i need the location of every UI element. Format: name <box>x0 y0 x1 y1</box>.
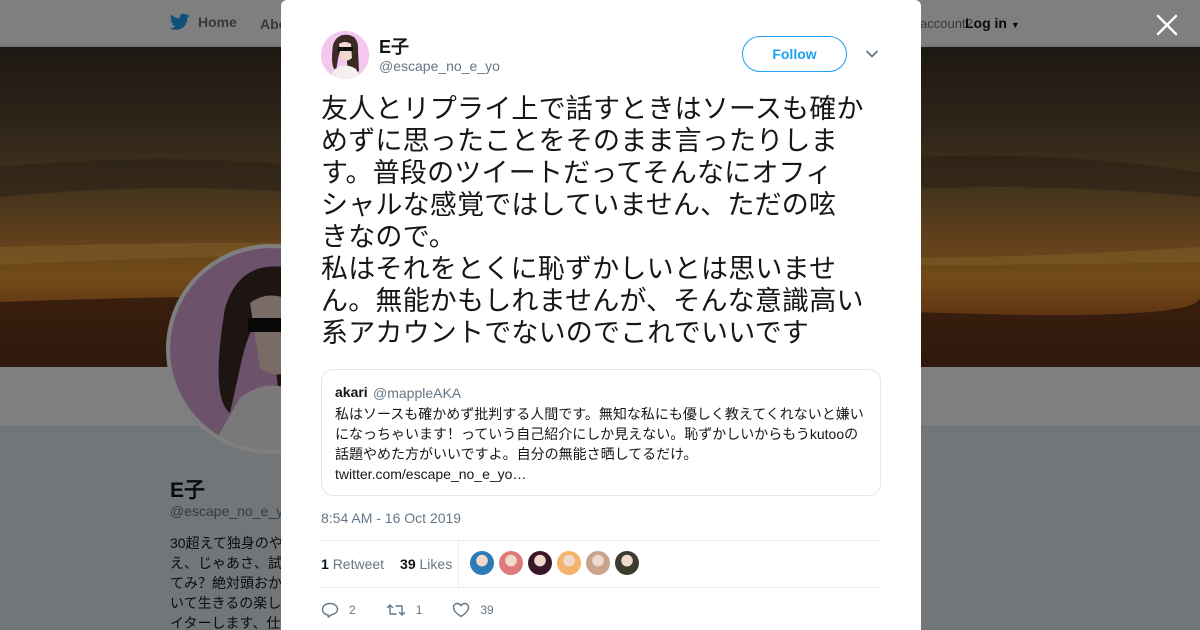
stats-separator <box>458 541 459 587</box>
retweet-count-label: Retweet <box>332 556 385 572</box>
liker-avatar[interactable] <box>528 551 552 575</box>
avatar-illustration <box>321 31 369 79</box>
tweet-text-line: 系アカウントでないのでこれでいいです <box>321 318 809 348</box>
likes-count-label: Likes <box>419 556 453 572</box>
tweet-stats: 1 Retweet 39 Likes <box>321 556 452 572</box>
more-options-button[interactable] <box>865 47 879 61</box>
liker-avatar[interactable] <box>615 551 639 575</box>
follow-button[interactable]: Follow <box>742 36 847 72</box>
quoted-text-line: 私はソースも確かめず批判する人間です。無知な私にも優しく教えてくれないと嫌い <box>335 406 864 422</box>
heart-icon <box>453 602 470 618</box>
tweet-text: 友人とリプライ上で話すときはソースも確か めずに思ったことをそのまま言ったりしま… <box>321 93 887 349</box>
tweet-text-line: シャルな感覚ではしていません、ただの呟 <box>321 190 837 220</box>
tweet-text-line: きなので。 <box>321 222 456 252</box>
retweet-icon <box>386 604 405 616</box>
quoted-tweet[interactable]: akari @mappleAKA 私はソースも確かめず批判する人間です。無知な私… <box>321 369 881 496</box>
liker-avatar[interactable] <box>586 551 610 575</box>
tweet-text-line: す。普段のツイートだってそんなにオフィ <box>321 158 833 188</box>
close-icon <box>1156 14 1178 36</box>
chevron-down-icon <box>866 50 878 58</box>
tweet-timestamp[interactable]: 8:54 AM - 16 Oct 2019 <box>321 510 461 526</box>
tweet-actions: 2 1 39 <box>321 600 524 620</box>
tweet-text-line: めずに思ったことをそのまま言ったりしま <box>321 126 838 156</box>
likes-count-link[interactable]: 39 Likes <box>400 556 452 572</box>
reply-count: 2 <box>349 603 356 617</box>
tweet-permalink-modal: E子 @escape_no_e_yo Follow 友人とリプライ上で話すときは… <box>281 0 921 630</box>
tweet-author-handle[interactable]: @escape_no_e_yo <box>379 58 500 74</box>
tweet-text-line: ん。無能かもしれませんが、そんな意識高い <box>321 286 864 316</box>
likers-avatars <box>470 551 639 575</box>
retweet-count-link[interactable]: 1 Retweet <box>321 556 384 572</box>
quoted-link[interactable]: twitter.com/escape_no_e_yo… <box>335 464 875 484</box>
liker-avatar[interactable] <box>499 551 523 575</box>
retweet-action-count: 1 <box>415 603 423 617</box>
quoted-author-name: akari <box>335 384 368 400</box>
quoted-text-line: 話題やめた方がいいですよ。自分の無能さ晒してるだけ。 <box>335 446 698 462</box>
divider <box>321 540 881 541</box>
quoted-tweet-text: 私はソースも確かめず批判する人間です。無知な私にも優しく教えてくれないと嫌い に… <box>335 404 875 484</box>
close-button[interactable] <box>1154 12 1180 38</box>
liker-avatar[interactable] <box>470 551 494 575</box>
divider <box>321 587 881 588</box>
like-button[interactable]: 39 <box>452 600 494 620</box>
quoted-text-line: になっちゃいます！っていう自己紹介にしか見えない。恥ずかしいからもうkutooの <box>335 426 859 442</box>
likes-count: 39 <box>400 556 416 572</box>
reply-icon <box>321 602 339 618</box>
liker-avatar[interactable] <box>557 551 581 575</box>
quoted-author-handle: @mappleAKA <box>373 385 462 401</box>
tweet-author-name[interactable]: E子 <box>379 33 409 59</box>
retweet-count: 1 <box>321 556 329 572</box>
retweet-button[interactable]: 1 <box>386 600 423 620</box>
tweet-text-line: 私はそれをとくに恥ずかしいとは思いませ <box>321 254 837 284</box>
reply-button[interactable]: 2 <box>321 600 356 620</box>
tweet-author-avatar[interactable] <box>321 31 369 79</box>
like-action-count: 39 <box>480 603 494 617</box>
tweet-text-line: 友人とリプライ上で話すときはソースも確か <box>321 94 864 124</box>
